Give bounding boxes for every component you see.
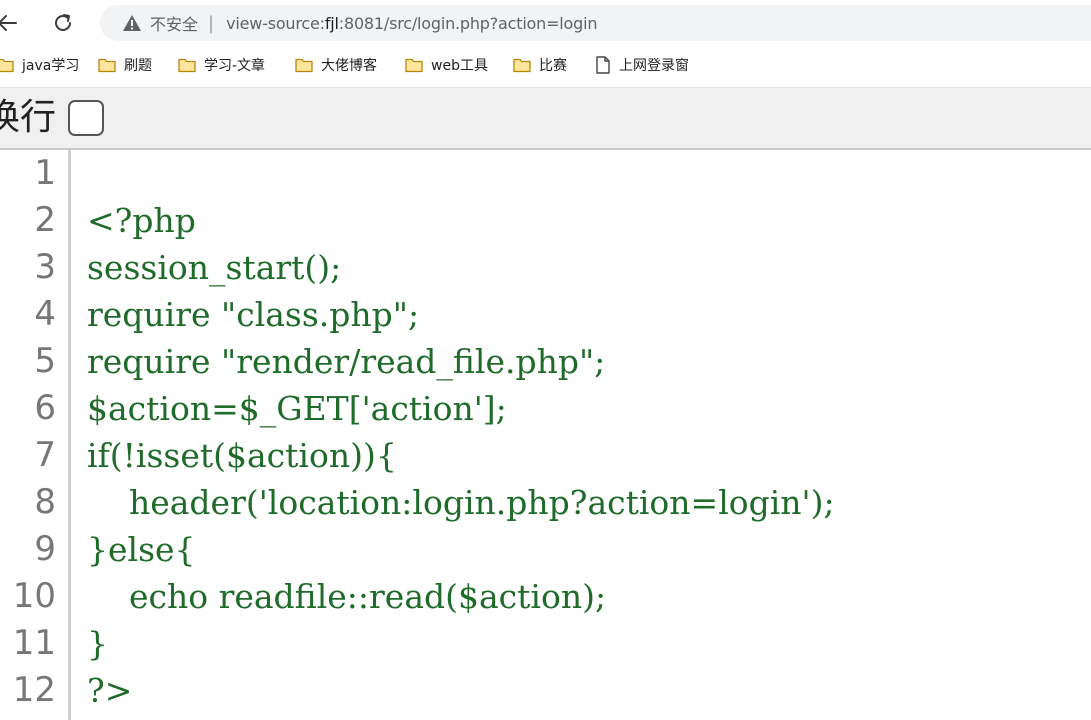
code-line: } bbox=[87, 624, 108, 663]
code-line: }else{ bbox=[87, 530, 196, 569]
bookmark-expert-blogs[interactable]: 大佬博客 bbox=[295, 54, 377, 76]
reload-button[interactable] bbox=[48, 8, 78, 38]
code-line: session_start(); bbox=[87, 248, 342, 287]
line-wrap-label: 换行 bbox=[0, 97, 57, 138]
url-text[interactable]: view-source:fjl:8081/src/login.php?actio… bbox=[226, 14, 597, 33]
bookmark-label: 刷题 bbox=[124, 58, 152, 74]
code-line: <?php bbox=[87, 201, 196, 240]
code-line: ?> bbox=[87, 671, 133, 710]
back-button[interactable] bbox=[0, 8, 22, 38]
warning-icon[interactable] bbox=[122, 13, 142, 33]
line-number: 9 bbox=[34, 529, 56, 569]
line-number: 4 bbox=[34, 294, 56, 334]
code-line: require "render/read_file.php"; bbox=[87, 342, 606, 381]
code-line: header('location:login.php?action=login'… bbox=[87, 483, 835, 522]
url-prefix: view-source: bbox=[226, 13, 325, 33]
bookmark-java-study[interactable]: java学习 bbox=[0, 54, 79, 76]
line-wrap-checkbox[interactable] bbox=[68, 100, 104, 136]
folder-icon bbox=[98, 57, 116, 73]
code-line: $action=$_GET['action']; bbox=[87, 389, 507, 428]
bookmark-label: 大佬博客 bbox=[321, 58, 377, 74]
bookmarks-bar: java学习 刷题 学习-文章 大佬博客 web工具 比赛 上网登录窗 bbox=[0, 46, 1091, 84]
line-number: 3 bbox=[34, 247, 56, 287]
folder-icon bbox=[295, 57, 313, 73]
line-number: 5 bbox=[34, 341, 56, 381]
security-label[interactable]: 不安全 bbox=[150, 11, 198, 35]
arrow-left-icon bbox=[0, 15, 17, 31]
folder-icon bbox=[405, 57, 423, 73]
omnibox-divider: | bbox=[208, 12, 215, 34]
line-number: 6 bbox=[34, 388, 56, 428]
line-number: 10 bbox=[12, 576, 56, 616]
bookmark-login-portal[interactable]: 上网登录窗 bbox=[595, 54, 689, 76]
folder-icon bbox=[178, 57, 196, 73]
code-line: echo readfile::read($action); bbox=[87, 577, 607, 616]
page-icon bbox=[595, 56, 611, 74]
bookmark-label: 上网登录窗 bbox=[619, 58, 689, 74]
line-number: 1 bbox=[34, 153, 56, 193]
bookmark-study-articles[interactable]: 学习-文章 bbox=[178, 54, 265, 76]
bookmark-label: 学习-文章 bbox=[204, 58, 266, 74]
source-view: 1 2 3 4 5 6 7 8 9 10 11 12 <?php session… bbox=[0, 150, 1091, 720]
bookmark-web-tools[interactable]: web工具 bbox=[405, 54, 488, 76]
bookmark-practice[interactable]: 刷题 bbox=[98, 54, 152, 76]
url-host: fjl bbox=[324, 13, 339, 33]
line-number: 11 bbox=[12, 623, 56, 663]
code-line: if(!isset($action)){ bbox=[87, 436, 397, 475]
address-bar[interactable]: 不安全 | view-source:fjl:8081/src/login.php… bbox=[100, 5, 1091, 41]
bookmark-label: web工具 bbox=[431, 58, 488, 74]
view-source-toolbar: 换行 bbox=[0, 87, 1091, 151]
line-number: 2 bbox=[34, 200, 56, 240]
reload-icon bbox=[55, 14, 71, 31]
folder-icon bbox=[513, 57, 531, 73]
bookmark-label: 比赛 bbox=[539, 58, 567, 74]
bookmark-label: java学习 bbox=[22, 58, 80, 74]
line-number: 8 bbox=[34, 482, 56, 522]
folder-icon bbox=[0, 57, 14, 73]
line-number: 12 bbox=[12, 670, 56, 710]
url-path: :8081/src/login.php?action=login bbox=[338, 13, 598, 33]
code-line: require "class.php"; bbox=[87, 295, 420, 334]
bookmark-contests[interactable]: 比赛 bbox=[513, 54, 567, 76]
line-number-gutter: 1 2 3 4 5 6 7 8 9 10 11 12 bbox=[0, 150, 71, 720]
browser-topbar: 不安全 | view-source:fjl:8081/src/login.php… bbox=[0, 0, 1091, 46]
line-number: 7 bbox=[34, 435, 56, 475]
